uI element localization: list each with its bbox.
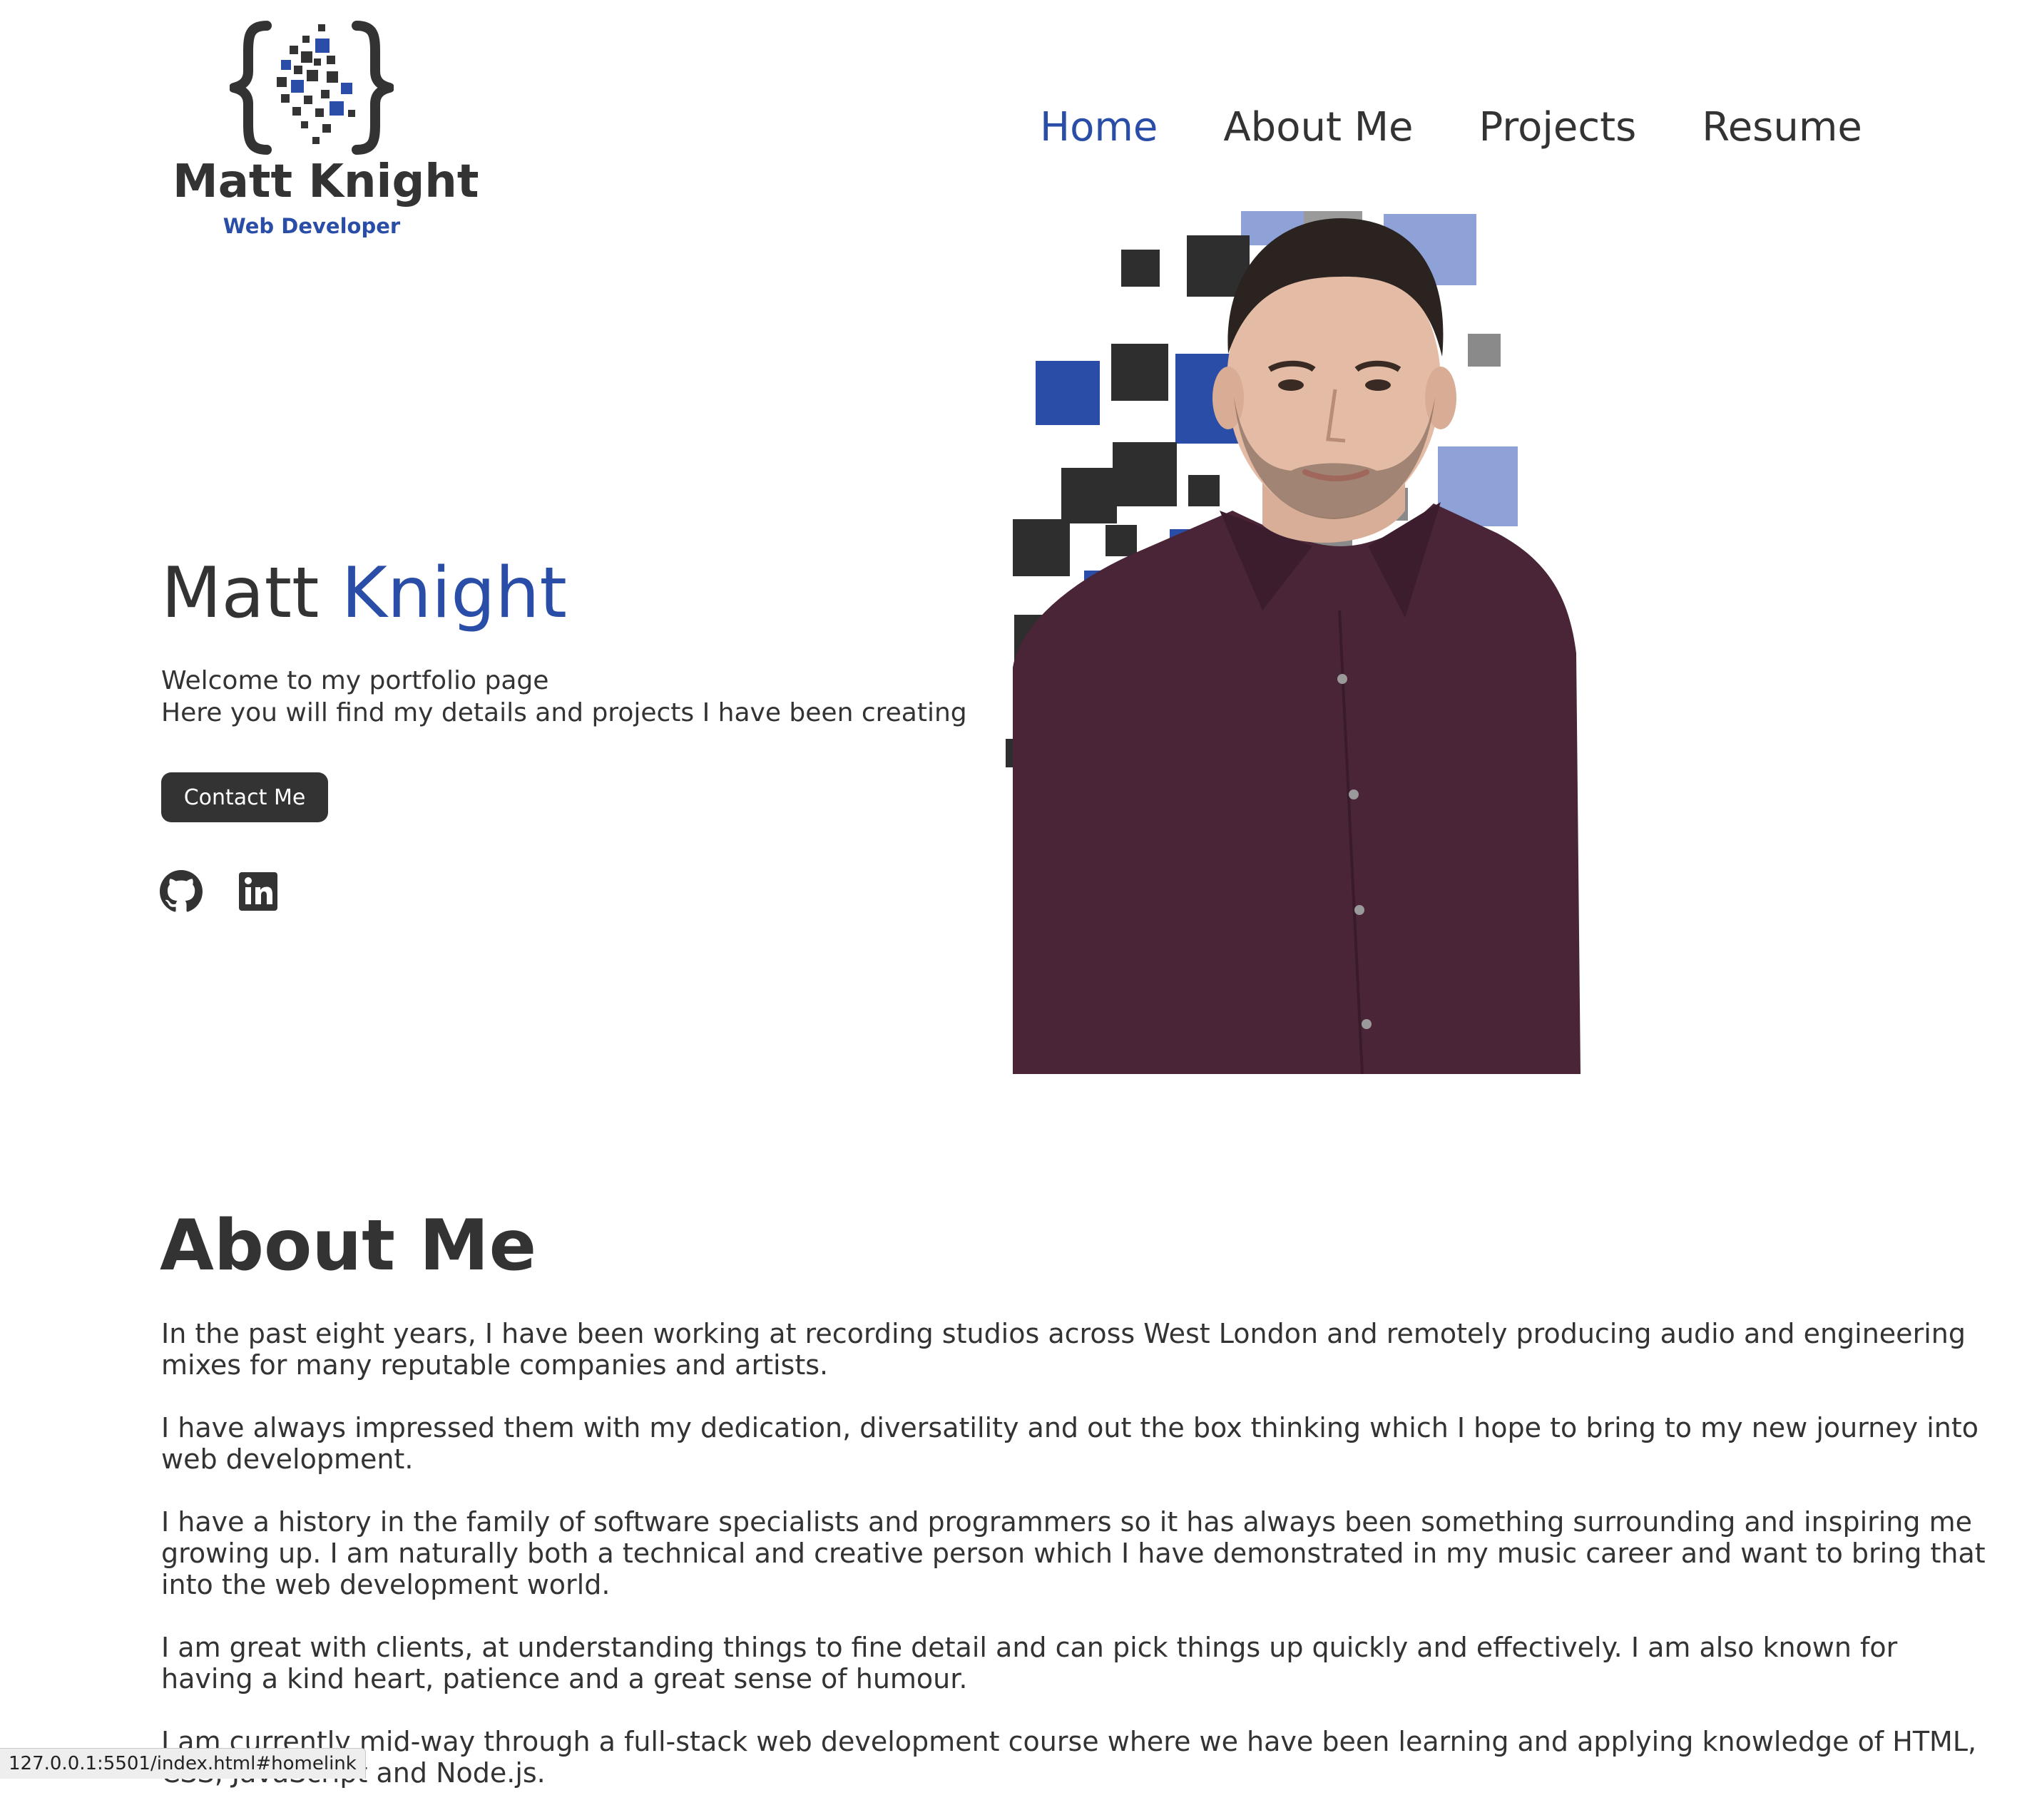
hero-line-1: Welcome to my portfolio page bbox=[161, 666, 549, 695]
hero-line-2: Here you will find my details and projec… bbox=[161, 698, 967, 727]
about-paragraph: In the past eight years, I have been wor… bbox=[161, 1318, 1966, 1381]
nav-about-link[interactable]: About Me bbox=[1223, 104, 1413, 150]
nav-home-link[interactable]: Home bbox=[1040, 104, 1158, 150]
about-text: In the past eight years, I have been wor… bbox=[161, 1318, 1994, 1820]
hero-last-name: Knight bbox=[341, 553, 567, 634]
logo-name: Matt Knight bbox=[173, 155, 479, 208]
about-paragraph: I have a history in the family of softwa… bbox=[161, 1506, 1986, 1600]
main-nav: Home About Me Projects Resume bbox=[1040, 104, 1862, 150]
hero-first-name: Matt bbox=[161, 553, 320, 634]
about-paragraph: I am great with clients, at understandin… bbox=[161, 1632, 1898, 1694]
logo[interactable]: Matt Knight Web Developer bbox=[173, 20, 479, 248]
github-link[interactable] bbox=[160, 870, 203, 913]
about-paragraph: I am currently mid-way through a full-st… bbox=[161, 1726, 1977, 1789]
logo-tagline: Web Developer bbox=[223, 214, 401, 238]
braces-pixel-logo-icon bbox=[230, 21, 394, 155]
status-bar-url: 127.0.0.1:5501/index.html#homelink bbox=[0, 1748, 366, 1779]
hero-subtitle: Welcome to my portfolio page Here you wi… bbox=[161, 665, 967, 729]
nav-resume-link[interactable]: Resume bbox=[1702, 104, 1862, 150]
about-paragraph: I have always impressed them with my ded… bbox=[161, 1412, 1979, 1475]
nav-projects-link[interactable]: Projects bbox=[1479, 104, 1637, 150]
linkedin-link[interactable] bbox=[237, 870, 280, 913]
hero-title: Matt Knight bbox=[161, 553, 567, 634]
linkedin-icon bbox=[239, 872, 277, 911]
contact-me-button[interactable]: Contact Me bbox=[161, 772, 328, 822]
github-icon bbox=[160, 870, 203, 912]
about-title: About Me bbox=[160, 1205, 537, 1287]
portrait-photo bbox=[1006, 211, 1581, 1074]
